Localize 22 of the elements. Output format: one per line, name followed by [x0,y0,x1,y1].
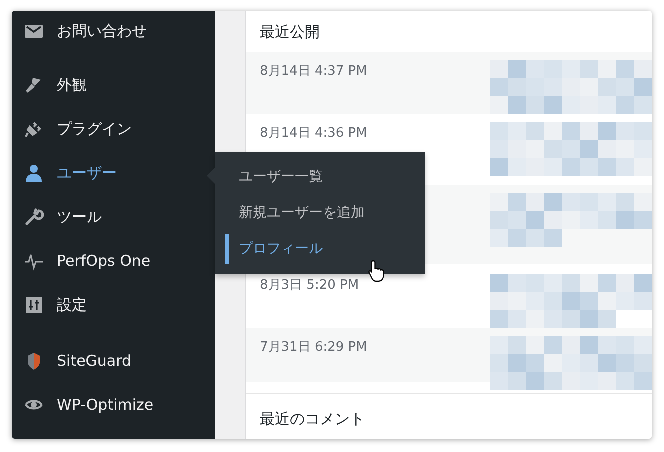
sidebar-item[interactable]: WP-Optimize [12,383,215,427]
sidebar-item[interactable]: SiteGuard [12,339,215,383]
card-title: 最近のコメント [259,409,366,430]
sidebar-item[interactable]: PerfOps One [12,239,215,283]
hand-cursor-icon [368,259,386,283]
sliders-icon [24,295,44,315]
sidebar-item[interactable]: プラグイン [12,107,215,151]
sidebar-item[interactable]: ユーザー [12,151,215,195]
sidebar-item[interactable]: お問い合わせ [12,11,215,51]
wrench-icon [24,207,44,227]
user-icon [24,163,44,183]
submenu-item[interactable]: ユーザー一覧 [215,162,425,192]
post-date: 8月3日 5:20 PM [260,276,360,294]
post-date: 8月14日 4:36 PM [260,125,368,142]
post-date: 7月31日 6:29 PM [260,338,368,356]
paintbrush-icon [24,75,44,95]
sidebar-item[interactable]: ツール [12,195,215,239]
sidebar-item[interactable]: 外観 [12,63,215,107]
card-title: 最近公開 [259,22,321,43]
submenu-item[interactable]: 新規ユーザーを追加 [215,198,425,228]
post-date: 8月14日 4:37 PM [260,63,368,80]
sidebar-item[interactable]: 設定 [12,283,215,327]
